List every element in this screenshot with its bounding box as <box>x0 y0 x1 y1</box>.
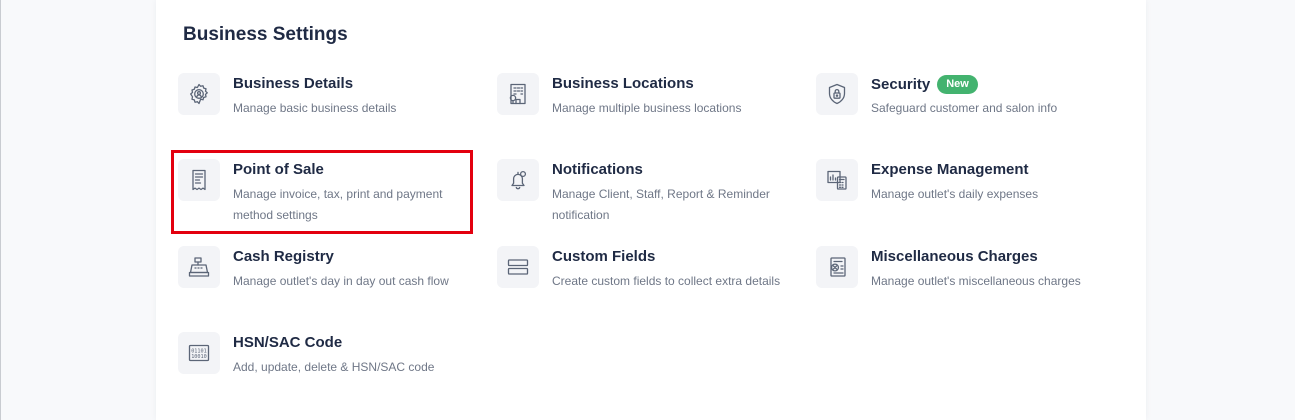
setting-security[interactable]: Security New Safeguard customer and salo… <box>816 73 1116 143</box>
svg-text:10010: 10010 <box>191 354 207 360</box>
setting-title: Custom Fields <box>552 248 656 265</box>
gear-person-icon <box>178 73 220 115</box>
setting-description: Add, update, delete & HSN/SAC code <box>233 360 435 374</box>
setting-description: Manage outlet's day in day out cash flow <box>233 274 449 288</box>
setting-title: Point of Sale <box>233 161 324 178</box>
setting-point-of-sale[interactable]: Point of Sale Manage invoice, tax, print… <box>178 159 478 229</box>
setting-miscellaneous-charges[interactable]: Miscellaneous Charges Manage outlet's mi… <box>816 246 1116 316</box>
setting-description: Manage outlet's miscellaneous charges <box>871 274 1081 288</box>
setting-description: Create custom fields to collect extra de… <box>552 274 781 288</box>
setting-title: Security <box>871 76 931 93</box>
setting-business-details[interactable]: Business Details Manage basic business d… <box>178 73 478 143</box>
setting-title: Notifications <box>552 161 643 178</box>
setting-title: Miscellaneous Charges <box>871 248 1038 265</box>
setting-title: Expense Management <box>871 161 1029 178</box>
page-left-border <box>0 0 1 420</box>
setting-title: Business Locations <box>552 75 694 92</box>
cash-register-icon <box>178 246 220 288</box>
setting-description: Manage Client, Staff, Report & Reminder … <box>552 187 770 222</box>
receipt-icon <box>178 159 220 201</box>
form-fields-icon <box>497 246 539 288</box>
charges-document-icon <box>816 246 858 288</box>
shield-lock-icon <box>816 73 858 115</box>
calculator-chart-icon <box>816 159 858 201</box>
setting-hsn-sac-code[interactable]: 01101 10010 HSN/SAC Code Add, update, de… <box>178 332 478 402</box>
setting-business-locations[interactable]: Business Locations Manage multiple busin… <box>497 73 797 143</box>
new-badge: New <box>937 75 978 94</box>
setting-description: Manage basic business details <box>233 101 397 115</box>
setting-notifications[interactable]: Notifications Manage Client, Staff, Repo… <box>497 159 797 229</box>
bell-icon <box>497 159 539 201</box>
setting-description: Manage multiple business locations <box>552 101 742 115</box>
setting-custom-fields[interactable]: Custom Fields Create custom fields to co… <box>497 246 797 316</box>
setting-title: Cash Registry <box>233 248 334 265</box>
building-pin-icon <box>497 73 539 115</box>
setting-title: HSN/SAC Code <box>233 334 343 351</box>
setting-description: Manage outlet's daily expenses <box>871 187 1039 201</box>
binary-code-icon: 01101 10010 <box>178 332 220 374</box>
setting-cash-registry[interactable]: Cash Registry Manage outlet's day in day… <box>178 246 478 316</box>
business-settings-card: Business Settings Business Details Manag… <box>156 0 1146 420</box>
setting-title: Business Details <box>233 75 354 92</box>
setting-description: Manage invoice, tax, print and payment m… <box>233 187 443 222</box>
setting-expense-management[interactable]: Expense Management Manage outlet's daily… <box>816 159 1116 229</box>
setting-description: Safeguard customer and salon info <box>871 101 1058 115</box>
section-title: Business Settings <box>183 24 348 45</box>
